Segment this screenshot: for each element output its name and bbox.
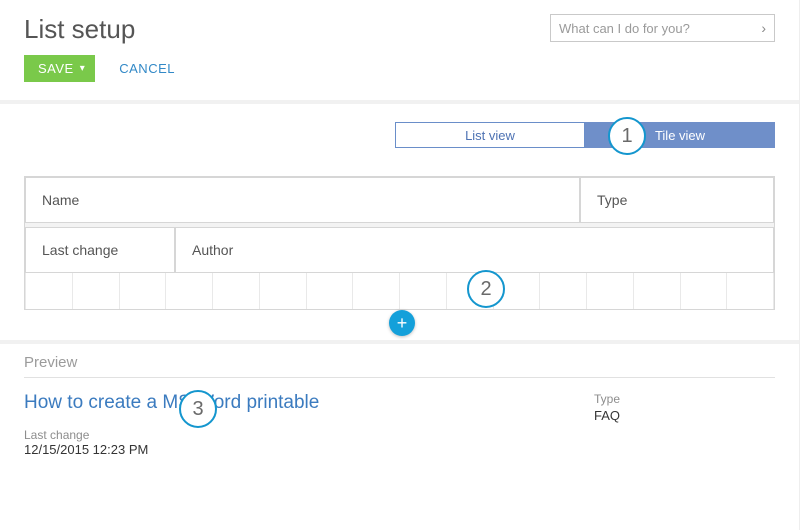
preview-section: Preview How to create a MS Word printabl… (0, 344, 799, 457)
callout-2: 2 (467, 270, 505, 308)
view-tabs: List view Tile view (24, 104, 775, 148)
preview-type-label: Type (594, 392, 620, 406)
page-title: List setup (24, 14, 135, 45)
column-author[interactable]: Author (175, 227, 774, 273)
columns-config: Name Type Last change Author (24, 176, 775, 310)
grid-ruler (25, 273, 774, 309)
callout-3: 3 (179, 390, 217, 428)
column-name[interactable]: Name (25, 177, 580, 223)
preview-item-title[interactable]: How to create a MS Word printable (24, 392, 594, 414)
column-type[interactable]: Type (580, 177, 774, 223)
tab-list-view[interactable]: List view (395, 122, 585, 148)
chevron-right-icon: › (761, 20, 766, 36)
preview-type-value: FAQ (594, 408, 620, 423)
preview-heading: Preview (24, 354, 775, 377)
column-last-change[interactable]: Last change (25, 227, 175, 273)
plus-icon: + (397, 314, 408, 332)
search-input[interactable]: What can I do for you? › (550, 14, 775, 42)
save-button-label: SAVE (38, 61, 74, 76)
cancel-link[interactable]: CANCEL (119, 61, 175, 76)
callout-1: 1 (608, 117, 646, 155)
preview-last-change-value: 12/15/2015 12:23 PM (24, 442, 594, 457)
caret-down-icon: ▾ (80, 63, 86, 74)
preview-last-change-label: Last change (24, 428, 594, 442)
add-column-button[interactable]: + (389, 310, 415, 336)
search-placeholder: What can I do for you? (559, 21, 761, 36)
save-button[interactable]: SAVE ▾ (24, 55, 95, 82)
